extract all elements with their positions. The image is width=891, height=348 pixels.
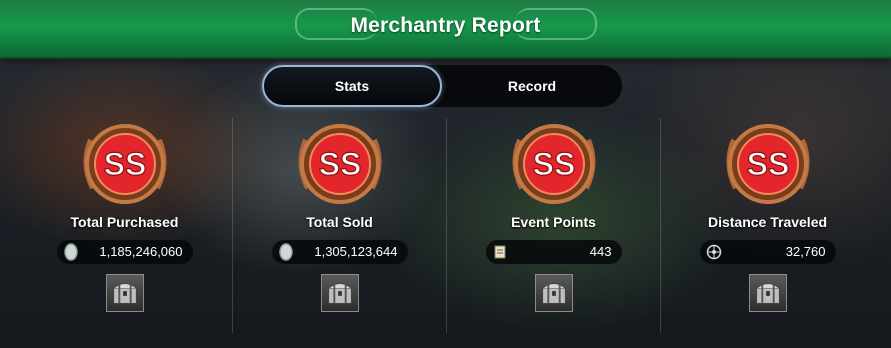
stat-card-event-points: SS Event Points 443 [447, 118, 660, 340]
stat-value: 1,185,246,060 [99, 244, 183, 259]
stat-card-total-sold: SS Total Sold 1,305,123,644 [233, 118, 446, 340]
stat-label: Total Purchased [70, 214, 179, 230]
stat-label: Distance Traveled [707, 214, 828, 230]
reward-chest-icon[interactable] [105, 274, 144, 312]
tab-record[interactable]: Record [442, 65, 622, 107]
ss-rank-medal-icon: SS [298, 124, 381, 204]
scroll-icon [494, 245, 505, 259]
stat-card-total-purchased: SS Total Purchased 1,185,246,060 [18, 118, 231, 340]
stat-label: Event Points [511, 214, 596, 230]
tab-bar: Stats Record [262, 65, 622, 107]
treasure-chest-icon [541, 283, 566, 304]
stat-label: Total Sold [306, 214, 373, 230]
silver-coin-icon [278, 243, 293, 261]
stat-value-box: 1,185,246,060 [56, 240, 193, 264]
reward-chest-icon[interactable] [320, 274, 359, 312]
svg-text:SS: SS [318, 146, 361, 182]
stat-card-distance-traveled: SS Distance Traveled 32,760 [661, 118, 874, 340]
svg-text:SS: SS [746, 146, 789, 182]
treasure-chest-icon [755, 283, 780, 304]
reward-chest-icon[interactable] [534, 274, 573, 312]
header-banner: Merchantry Report [0, 0, 891, 59]
compass-wheel-icon [706, 244, 721, 260]
ss-rank-medal-icon: SS [83, 124, 166, 204]
reward-chest-icon[interactable] [748, 274, 787, 312]
stat-value: 443 [589, 244, 612, 259]
stat-value: 1,305,123,644 [314, 244, 398, 259]
treasure-chest-icon [327, 283, 352, 304]
stat-value: 32,760 [785, 244, 826, 259]
svg-text:SS: SS [103, 146, 146, 182]
ss-rank-medal-icon: SS [512, 124, 595, 204]
stat-value-box: 1,305,123,644 [271, 240, 408, 264]
svg-text:SS: SS [532, 146, 575, 182]
stat-value-box: 443 [485, 240, 622, 264]
silver-coin-icon [63, 243, 78, 261]
tab-stats[interactable]: Stats [262, 65, 442, 107]
stat-value-box: 32,760 [699, 240, 836, 264]
ss-rank-medal-icon: SS [726, 124, 809, 204]
page-title: Merchantry Report [350, 14, 541, 37]
treasure-chest-icon [112, 283, 137, 304]
